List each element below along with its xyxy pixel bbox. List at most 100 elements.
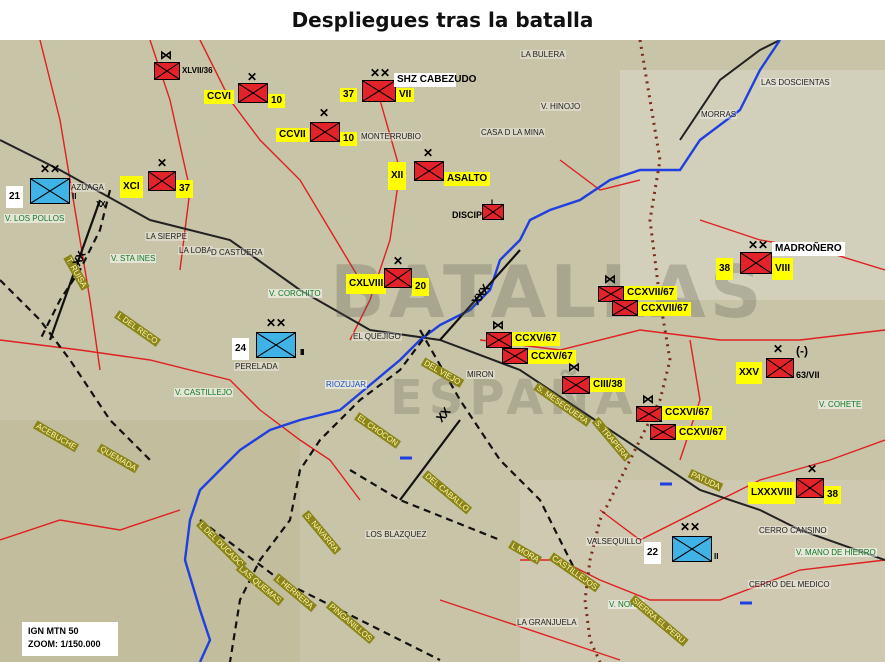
place-label: VALSEQUILLO	[586, 537, 643, 546]
place-label: AZUAGA	[70, 183, 105, 192]
unit-label: II	[714, 552, 719, 561]
unit-symbol-icon	[486, 332, 512, 348]
unit-label: II	[72, 192, 77, 201]
unit-symbol-icon	[30, 178, 70, 204]
unit-label: CCXVI/67	[676, 426, 727, 440]
echelon-mark: ✕	[772, 342, 784, 356]
place-label: CASA D LA MINA	[480, 128, 546, 137]
unit-symbol-icon	[482, 204, 504, 220]
place-label: LA BULERA	[520, 50, 566, 59]
unit-label: VII	[396, 88, 415, 102]
map-title: Despliegues tras la batalla	[291, 8, 594, 32]
unit-label: VIII	[772, 258, 794, 280]
unit-symbol-icon	[650, 424, 676, 440]
echelon-mark: ⋈	[642, 392, 654, 406]
place-label: V. CORCHITO	[268, 289, 322, 298]
echelon-mark: ✕✕	[265, 316, 287, 330]
unit-symbol-icon	[636, 406, 662, 422]
front-echelon-label: XX	[96, 200, 106, 209]
echelon-mark: ✕	[806, 462, 818, 476]
unit-symbol-icon	[148, 171, 176, 191]
unit-note: SHZ CABEZUDO	[394, 73, 476, 87]
unit-label: 21	[6, 186, 24, 208]
unit-label: LXXXVIII	[748, 482, 796, 504]
unit-label: 38	[824, 486, 842, 504]
place-label: CERRO DEL MEDICO	[748, 580, 831, 589]
unit-symbol-icon	[612, 300, 638, 316]
place-label: LA SIERPE	[145, 232, 188, 241]
unit-label: II	[300, 348, 305, 357]
place-label: CERRO CANSINO	[758, 526, 828, 535]
unit-symbol-icon	[384, 268, 412, 288]
unit-label: CCVI	[204, 90, 234, 104]
echelon-mark: ✕	[318, 106, 330, 120]
place-label: V. CASTILLEJO	[174, 388, 234, 397]
echelon-mark: ✕✕	[369, 66, 391, 80]
map-canvas[interactable]: BATALLAS ESPAÑA LA BULERA LAS DOSCIENTAS…	[0, 40, 885, 662]
echelon-mark: ✕✕	[39, 162, 61, 176]
echelon-mark: ✕✕	[747, 238, 769, 252]
unit-label: XXV	[736, 362, 763, 384]
place-label: V. LOS POLLOS	[4, 214, 66, 223]
unit-label: 22	[644, 542, 662, 564]
unit-label: 37	[340, 88, 358, 102]
place-label: RIOZUJAR	[325, 380, 367, 389]
unit-label: CIII/38	[590, 378, 626, 392]
echelon-mark: ✕	[392, 254, 404, 268]
place-label: V. MANO DE HIERRO	[795, 548, 877, 557]
scale-zoom: ZOOM: 1/150.000	[28, 639, 101, 649]
place-label: EL QUEJIGO	[352, 332, 402, 341]
unit-symbol-icon	[502, 348, 528, 364]
echelon-mark: ✕	[246, 70, 258, 84]
place-label: MONTERRUBIO	[360, 132, 422, 141]
unit-label: XII	[388, 162, 407, 190]
place-label: LAS DOSCIENTAS	[760, 78, 831, 87]
place-label: V. HINOJO	[540, 102, 582, 111]
unit-label: 10	[268, 94, 286, 108]
unit-label: CCXVI/67	[662, 406, 713, 420]
unit-symbol-icon	[362, 80, 396, 102]
unit-note: MADROÑERO	[772, 242, 845, 256]
map-base-layer	[0, 40, 885, 662]
unit-label: 20	[412, 278, 430, 296]
unit-label: XLVII/36	[182, 66, 213, 75]
echelon-mark: ⋈	[492, 318, 504, 332]
unit-symbol-icon	[414, 161, 444, 181]
place-label: D CASTUERA	[210, 248, 264, 257]
unit-label: ASALTO	[444, 172, 491, 186]
unit-label: CCXVII/67	[638, 302, 692, 316]
place-label: LOS BLAZQUEZ	[365, 530, 428, 539]
unit-symbol-icon	[766, 358, 794, 378]
unit-label: 38	[716, 258, 734, 280]
unit-symbol-icon	[310, 122, 340, 142]
unit-symbol-icon	[796, 478, 824, 498]
unit-label: 10	[340, 132, 358, 146]
place-label: PERELADA	[234, 362, 279, 371]
unit-label: CCXV/67	[512, 332, 560, 346]
scale-box: IGN MTN 50 ZOOM: 1/150.000	[22, 622, 118, 656]
unit-label: 37	[176, 180, 194, 198]
echelon-mark: ✕✕	[679, 520, 701, 534]
echelon-mark: ⋈	[160, 48, 172, 62]
scale-source: IGN MTN 50	[28, 626, 79, 636]
unit-symbol-icon	[256, 332, 296, 358]
place-label: LA LOBA	[178, 246, 213, 255]
unit-label: CCXVII/67	[624, 286, 678, 300]
unit-label: CCVII	[276, 128, 309, 142]
unit-symbol-icon	[562, 376, 590, 394]
unit-label: XCI	[120, 176, 143, 198]
echelon-mark: ⋈	[604, 272, 616, 286]
unit-symbol-icon	[740, 252, 772, 274]
echelon-mark: ✕	[156, 156, 168, 170]
unit-symbol-icon	[672, 536, 712, 562]
unit-note: (-)	[796, 344, 808, 358]
place-label: LA GRANJUELA	[516, 618, 578, 627]
unit-label: 24	[232, 338, 250, 360]
unit-symbol-icon	[154, 62, 180, 80]
place-label: V. COHETE	[818, 400, 863, 409]
place-label: MIRON	[466, 370, 495, 379]
unit-label: CXLVIII	[346, 274, 387, 294]
place-label: V. STA INES	[110, 254, 157, 263]
unit-symbol-icon	[238, 83, 268, 103]
unit-label: 63/VII	[796, 370, 820, 380]
